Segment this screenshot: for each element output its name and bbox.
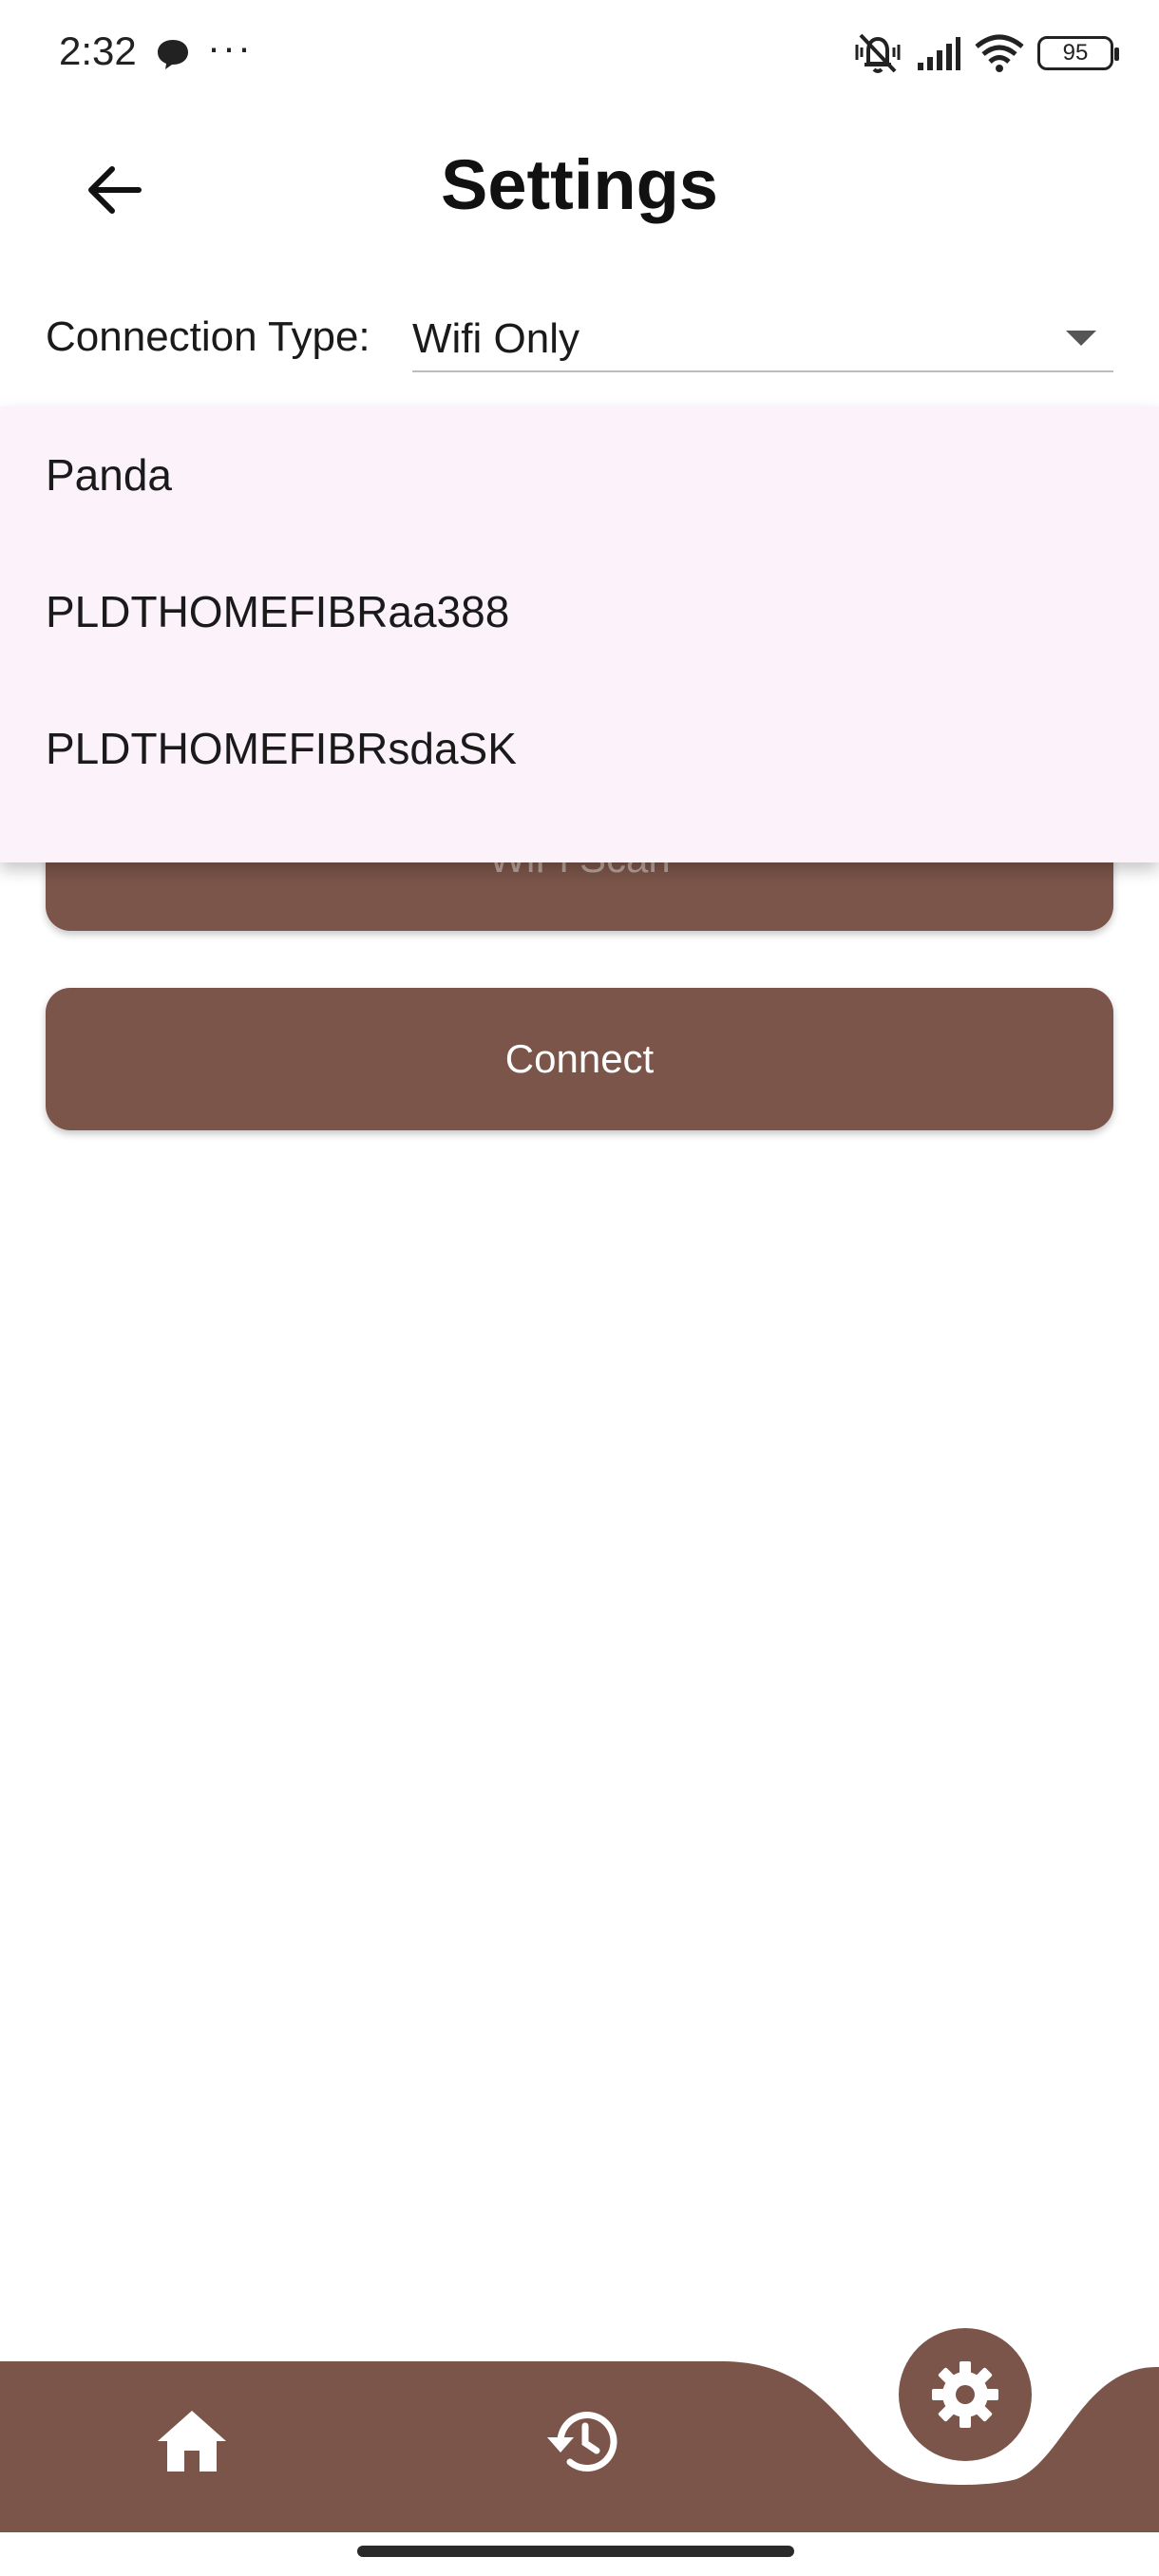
status-time: 2:32 — [59, 28, 137, 73]
nav-history-button[interactable] — [532, 2394, 627, 2489]
home-indicator — [357, 2546, 794, 2557]
battery-icon: 95 — [1037, 36, 1119, 70]
caret-down-icon — [1066, 331, 1096, 346]
more-notifications-icon: ··· — [207, 25, 253, 69]
signal-icon — [918, 37, 960, 70]
vibrate-silent-icon — [855, 33, 901, 73]
bottom-navigation — [0, 2318, 1159, 2532]
connection-type-label: Connection Type: — [46, 313, 370, 360]
nav-home-button[interactable] — [144, 2394, 239, 2489]
dropdown-item-network[interactable]: Panda — [0, 407, 1159, 543]
status-icons: 95 — [853, 28, 1119, 78]
dropdown-item-network[interactable]: PLDTHOMEFIBRaa388 — [0, 543, 1159, 680]
network-name: PLDTHOMEFIBRsdaSK — [46, 724, 517, 773]
battery-level: 95 — [1062, 40, 1089, 66]
connection-type-value: Wifi Only — [412, 315, 580, 362]
wifi-network-dropdown: Panda PLDTHOMEFIBRaa388 PLDTHOMEFIBRsdaS… — [0, 407, 1159, 862]
gear-icon — [932, 2361, 998, 2428]
connection-type-select[interactable]: Wifi Only — [412, 302, 1113, 372]
chat-notification-icon — [158, 40, 188, 69]
wifi-icon — [975, 34, 1024, 72]
page-title: Settings — [441, 145, 718, 224]
connect-button[interactable]: Connect — [46, 988, 1113, 1130]
nav-settings-button[interactable] — [899, 2328, 1032, 2461]
connect-label: Connect — [504, 1036, 655, 1081]
dropdown-item-network[interactable]: PLDTHOMEFIBRsdaSK — [0, 680, 1159, 817]
history-icon — [547, 2412, 618, 2472]
network-name: Panda — [46, 450, 173, 500]
network-name: PLDTHOMEFIBRaa388 — [46, 587, 510, 636]
home-icon — [158, 2411, 226, 2472]
status-bar: 2:32 ··· 95 — [0, 0, 1159, 104]
app-header: Settings — [0, 123, 1159, 237]
